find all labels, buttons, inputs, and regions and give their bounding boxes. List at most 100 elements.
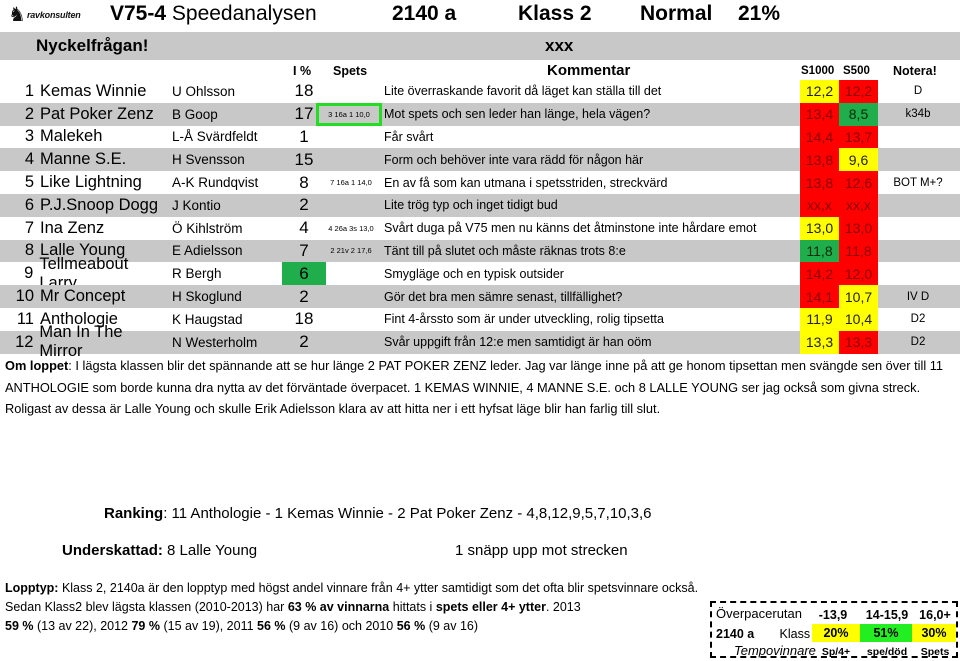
table-row: 2 Pat Poker Zenz B Goop 17 3 16a 1 10,0 Mot s… <box>0 102 960 126</box>
s500-value: 12,6 <box>839 171 878 194</box>
ip-percent: 2 <box>299 332 309 352</box>
race-type-label: Lopptyp: <box>5 581 59 595</box>
race-description-text: : I lägsta klassen blir det spännande at… <box>5 358 944 416</box>
race-percent: 21% <box>738 2 781 25</box>
table-row: 10 Mr Concept H Skoglund 2 Gör det bra men s… <box>0 285 960 308</box>
s1000-value: 13,8 <box>800 171 839 194</box>
horse-cell: 5 Like Lightning <box>0 171 168 194</box>
ip-percent: 18 <box>294 81 314 101</box>
note <box>878 148 958 171</box>
comment: Tänt till på slutet och måste räknas tro… <box>384 243 626 258</box>
race-type-text: . 2013 <box>545 600 581 614</box>
s1000-value: 13,3 <box>800 330 839 354</box>
horse-number: 6 <box>24 195 34 214</box>
horse-name: Ina Zenz <box>40 218 105 237</box>
s500-value: 13,0 <box>839 216 878 240</box>
note: BOT M+? <box>893 176 943 189</box>
overpace-header-2: 14-15,9 <box>865 607 909 622</box>
s1000-value: 13,8 <box>800 148 839 172</box>
race-type-bold: 63 % av vinnarna <box>287 600 390 614</box>
s1000-value: 14,4 <box>800 125 839 149</box>
key-question-value: xxx <box>545 36 574 55</box>
horse-cell: 10 Mr Concept <box>0 285 168 308</box>
s1000-value: 13,0 <box>800 216 839 240</box>
overpace-label-2: spe/död <box>866 645 908 658</box>
horse-cell: 7 Ina Zenz <box>0 217 168 240</box>
s500-value: 11,8 <box>839 239 878 263</box>
key-question-label: Nyckelfrågan! <box>36 36 149 55</box>
s500-value: 12,0 <box>839 262 878 286</box>
comment: Gör det bra men sämre senast, tillfällig… <box>384 289 623 304</box>
overpace-value-3: 30% <box>912 624 956 642</box>
horse-number: 2 <box>24 104 34 123</box>
s1000-value: xx,x <box>800 193 839 217</box>
s500-value: 8,5 <box>839 102 878 126</box>
table-row: 6 P.J.Snoop Dogg J Kontio 2 Lite trög typ oc… <box>0 193 960 217</box>
note <box>878 262 958 285</box>
comment: Smygläge och en typisk outsider <box>384 266 564 281</box>
s500-value: 10,7 <box>839 285 878 308</box>
driver-name: E Adielsson <box>172 243 243 259</box>
overpace-tempo-label: Tempovinnare <box>734 643 816 658</box>
col-header-spets: Spets <box>333 64 368 78</box>
table-row: 3 Malekeh L-Å Svärdfeldt 1 Får svårt 14,4 13,7 <box>0 125 960 149</box>
comment: Lite trög typ och inget tidigt bud <box>384 198 558 213</box>
race-class: Klass 2 <box>518 2 592 25</box>
race-distance: 2140 a <box>392 2 457 25</box>
horse-name: Manne S.E. <box>40 150 127 169</box>
note <box>878 240 958 263</box>
horse-cell: 4 Manne S.E. <box>0 148 168 171</box>
race-type-text: (9 av 16) <box>425 619 479 633</box>
ip-percent: 18 <box>294 309 314 329</box>
comment: Mot spets och sen leder han länge, hela … <box>384 107 651 122</box>
underrated-label: Underskattad: <box>62 542 163 559</box>
horse-number: 4 <box>24 150 34 169</box>
overpace-value-2: 51% <box>860 624 912 642</box>
s1000-value: 13,4 <box>800 102 839 126</box>
horse-table: 1 Kemas Winnie U Ohlsson 18 Lite överraskand… <box>0 80 960 360</box>
driver-name: L-Å Svärdfeldt <box>172 129 258 145</box>
spets-info: 2 21v 2 17,6 <box>330 246 372 256</box>
note <box>878 217 958 240</box>
horse-number: 7 <box>24 218 34 237</box>
comment: Form och behöver inte vara rädd för någo… <box>384 152 644 167</box>
s500-value: xx,x <box>839 193 878 217</box>
horse-name: Mr Concept <box>40 287 126 306</box>
race-type-info: Lopptyp: Klass 2, 2140a är den lopptyp m… <box>5 579 715 636</box>
race-type-bold: 79 % <box>131 619 160 633</box>
s500-value: 13,7 <box>839 125 878 149</box>
driver-name: H Svensson <box>172 152 245 168</box>
table-row: 5 Like Lightning A-K Rundqvist 8 7 16a 1 14,… <box>0 171 960 194</box>
s1000-value: 14,2 <box>800 262 839 286</box>
driver-name: H Skoglund <box>172 289 242 305</box>
comment: Får svårt <box>384 129 434 144</box>
s500-value: 10,4 <box>839 307 878 331</box>
race-code: V75-4 <box>110 2 167 25</box>
comment: Fint 4-årssto som är under utveckling, r… <box>384 312 664 327</box>
driver-name: R Bergh <box>172 266 222 282</box>
horse-number: 10 <box>15 287 34 306</box>
race-type-bold: 56 % <box>396 619 426 633</box>
horse-name: Pat Poker Zenz <box>40 104 154 123</box>
horse-number: 8 <box>24 241 34 260</box>
ip-percent: 15 <box>294 149 314 169</box>
overpace-value-1: 20% <box>812 624 860 642</box>
col-header-comment: Kommentar <box>547 62 631 79</box>
race-type-text: hittats i <box>389 600 436 614</box>
col-header-note: Notera! <box>893 64 937 78</box>
horse-cell: 12 Man In The Mirror <box>0 323 168 360</box>
page-title: V75-4 Speedanalysen <box>110 2 317 30</box>
underrated: Underskattad: 8 Lalle Young <box>62 542 257 559</box>
table-row: 9 Tellmeabout Larry R Bergh 6 Smygläge och e… <box>0 255 960 292</box>
col-header-ip: I % <box>293 64 312 78</box>
ranking: Ranking: 11 Anthologie - 1 Kemas Winnie … <box>104 505 652 522</box>
col-header-s500: S500 <box>843 65 870 77</box>
race-type-bold: 56 % <box>257 619 286 633</box>
ip-percent: 1 <box>299 126 309 146</box>
table-row: 12 Man In The Mirror N Westerholm 2 Svår upp… <box>0 323 960 360</box>
s1000-value: 11,8 <box>800 239 839 263</box>
race-type-bold: spets eller 4+ ytter <box>435 600 546 614</box>
driver-name: Ö Kihlström <box>172 220 243 236</box>
driver-name: U Ohlsson <box>172 83 236 99</box>
overpace-label-1: Sp/4+ <box>821 645 851 658</box>
